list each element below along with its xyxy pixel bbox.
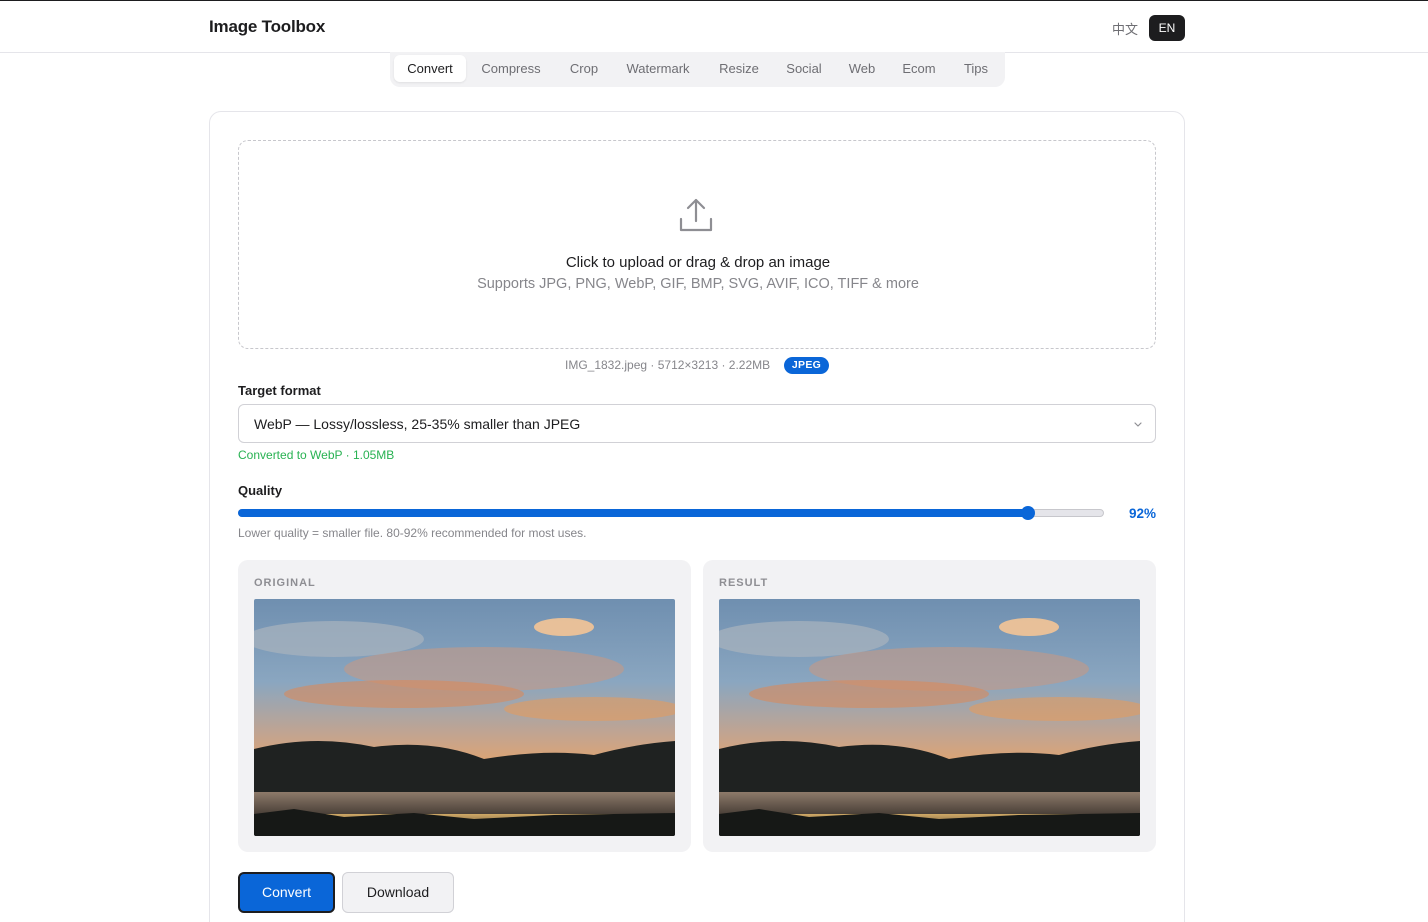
quality-slider[interactable] [238,506,1104,520]
convert-button[interactable]: Convert [238,872,335,913]
target-format-select[interactable]: WebP — Lossy/lossless, 25-35% smaller th… [238,404,1156,443]
tab-resize[interactable]: Resize [712,55,766,82]
target-format-value: WebP — Lossy/lossless, 25-35% smaller th… [254,416,581,432]
tab-crop[interactable]: Crop [562,55,606,82]
quality-label: Quality [238,483,283,498]
original-preview-panel: ORIGINAL [238,560,691,852]
tab-convert[interactable]: Convert [394,55,466,82]
quality-hint: Lower quality = smaller file. 80-92% rec… [238,526,587,540]
header-bar: Image Toolbox 中文 EN [0,1,1428,53]
source-format-badge: JPEG [784,357,829,374]
language-chinese-button[interactable]: 中文 [1112,19,1138,38]
chevron-down-icon [1134,422,1142,427]
target-format-label: Target format [238,383,321,398]
tab-ecom[interactable]: Ecom [896,55,942,82]
upload-title: Click to upload or drag & drop an image [565,254,831,271]
app-title: Image Toolbox [209,17,326,36]
tab-watermark[interactable]: Watermark [620,55,696,82]
tab-compress[interactable]: Compress [474,55,548,82]
conversion-status: Converted to WebP · 1.05MB [238,448,395,462]
tab-tips[interactable]: Tips [956,55,996,82]
quality-slider-fill [238,509,1028,517]
upload-dropzone[interactable]: Click to upload or drag & drop an image … [238,140,1156,349]
result-preview-panel: RESULT [703,560,1156,852]
upload-supported-formats: Supports JPG, PNG, WebP, GIF, BMP, SVG, … [477,276,919,292]
tool-tabs: Convert Compress Crop Watermark Resize S… [390,52,1005,87]
original-label: ORIGINAL [254,577,316,589]
upload-icon [679,198,713,232]
original-image [254,599,675,836]
language-english-button[interactable]: EN [1149,15,1185,41]
tab-web[interactable]: Web [842,55,882,82]
tab-social[interactable]: Social [780,55,828,82]
download-button[interactable]: Download [342,872,454,913]
result-label: RESULT [719,577,769,589]
quality-value: 92% [1128,506,1156,521]
result-image [719,599,1140,836]
file-info: IMG_1832.jpeg · 5712×3213 · 2.22MB [565,358,771,372]
quality-slider-thumb[interactable] [1021,506,1035,520]
